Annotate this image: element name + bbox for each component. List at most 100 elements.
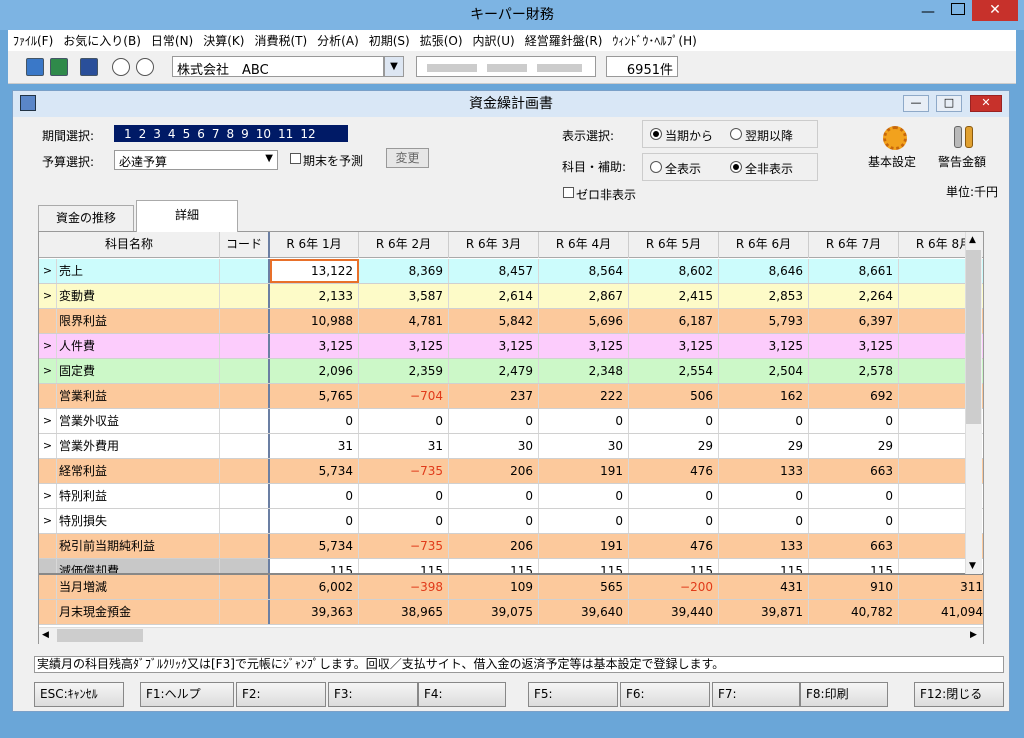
table-row[interactable]: > 営業外費用 31 31 30 30 29 29 29 xyxy=(39,434,983,459)
value-cell[interactable]: 222 xyxy=(539,384,629,408)
menu-item-6[interactable]: 初期(S) xyxy=(364,32,415,49)
value-cell[interactable]: 476 xyxy=(629,459,719,483)
menu-item-0[interactable]: ﾌｧｲﾙ(F) xyxy=(8,32,58,49)
child-restore-icon[interactable]: □ xyxy=(936,95,962,112)
period-9[interactable]: 9 xyxy=(241,127,249,141)
value-cell[interactable]: 39,871 xyxy=(719,600,809,624)
value-cell[interactable]: −735 xyxy=(359,459,449,483)
value-cell[interactable]: 0 xyxy=(629,509,719,533)
fkey-button-5[interactable]: F5: xyxy=(528,682,618,707)
vertical-scroll-thumb[interactable] xyxy=(966,250,981,424)
scroll-down-icon[interactable]: ▼ xyxy=(969,561,976,571)
value-cell[interactable]: 8,457 xyxy=(449,259,539,283)
value-cell[interactable]: −704 xyxy=(359,384,449,408)
value-cell[interactable]: 0 xyxy=(539,509,629,533)
chevron-down-icon[interactable]: ▼ xyxy=(384,56,404,77)
value-cell[interactable]: 39,075 xyxy=(449,600,539,624)
value-cell[interactable]: 2,348 xyxy=(539,359,629,383)
subject-none-radio[interactable] xyxy=(730,161,742,173)
expand-icon[interactable]: > xyxy=(39,409,57,433)
display-current-radio[interactable] xyxy=(650,128,662,140)
value-cell[interactable]: 0 xyxy=(449,409,539,433)
expand-icon[interactable]: > xyxy=(39,284,57,308)
value-cell[interactable]: 8,661 xyxy=(809,259,899,283)
period-5[interactable]: 5 xyxy=(183,127,191,141)
value-cell[interactable]: 29 xyxy=(719,434,809,458)
expand-icon[interactable]: > xyxy=(39,484,57,508)
period-1[interactable]: 1 xyxy=(124,127,132,141)
display-next-radio[interactable] xyxy=(730,128,742,140)
period-3[interactable]: 3 xyxy=(153,127,161,141)
menu-item-5[interactable]: 分析(A) xyxy=(312,32,364,49)
value-cell[interactable]: 30 xyxy=(539,434,629,458)
fkey-button-0[interactable]: ESC:ｷｬﾝｾﾙ xyxy=(34,682,124,707)
value-cell[interactable]: 6,002 xyxy=(270,575,359,599)
period-selector[interactable]: 1 2 3 4 5 6 7 8 9 10 11 12 xyxy=(114,125,348,142)
value-cell[interactable]: 2,504 xyxy=(719,359,809,383)
fkey-button-1[interactable]: F1:ヘルプ xyxy=(140,682,234,707)
value-cell[interactable]: 0 xyxy=(809,409,899,433)
value-cell[interactable]: 30 xyxy=(449,434,539,458)
value-cell[interactable]: 2,133 xyxy=(270,284,359,308)
close-icon[interactable]: ✕ xyxy=(972,0,1018,21)
value-cell[interactable]: 3,587 xyxy=(359,284,449,308)
value-cell[interactable]: 162 xyxy=(719,384,809,408)
fkey-button-2[interactable]: F2: xyxy=(236,682,326,707)
scroll-right-icon[interactable]: ▶ xyxy=(970,630,977,640)
value-cell[interactable]: 3,125 xyxy=(359,334,449,358)
value-cell[interactable]: 237 xyxy=(449,384,539,408)
value-cell[interactable]: 0 xyxy=(629,484,719,508)
expand-icon[interactable]: > xyxy=(39,359,57,383)
value-cell[interactable]: 133 xyxy=(719,459,809,483)
menu-item-8[interactable]: 内訳(U) xyxy=(468,32,520,49)
value-cell[interactable]: 663 xyxy=(809,534,899,558)
value-cell[interactable]: 910 xyxy=(809,575,899,599)
value-cell[interactable]: 38,965 xyxy=(359,600,449,624)
period-6[interactable]: 6 xyxy=(197,127,205,141)
table-row[interactable]: >固定費2,0962,3592,4792,3482,5542,5042,5782… xyxy=(39,359,983,384)
scroll-up-icon[interactable]: ▲ xyxy=(969,235,976,245)
value-cell[interactable]: 476 xyxy=(629,534,719,558)
value-cell[interactable]: 0 xyxy=(629,409,719,433)
display-icon[interactable] xyxy=(80,58,98,76)
table-row[interactable]: >人件費3,1253,1253,1253,1253,1253,1253,1253… xyxy=(39,334,983,359)
value-cell[interactable]: 0 xyxy=(539,484,629,508)
child-minimize-icon[interactable]: — xyxy=(903,95,929,112)
menu-item-2[interactable]: 日常(N) xyxy=(146,32,198,49)
value-cell[interactable]: 2,554 xyxy=(629,359,719,383)
zoom-in-icon[interactable] xyxy=(112,58,130,76)
value-cell[interactable]: 29 xyxy=(809,434,899,458)
period-10[interactable]: 10 xyxy=(256,127,271,141)
value-cell[interactable]: 5,793 xyxy=(719,309,809,333)
value-cell[interactable]: 191 xyxy=(539,534,629,558)
fkey-button-4[interactable]: F4: xyxy=(418,682,506,707)
value-cell[interactable]: 0 xyxy=(719,484,809,508)
table-row[interactable]: >変動費2,1333,5872,6142,8672,4152,8532,2642… xyxy=(39,284,983,309)
value-cell[interactable]: 0 xyxy=(719,509,809,533)
value-cell[interactable]: 3,125 xyxy=(809,334,899,358)
value-cell[interactable]: 31 xyxy=(359,434,449,458)
value-cell[interactable]: 13,122 xyxy=(270,259,359,283)
horizontal-scroll-thumb[interactable] xyxy=(57,629,143,642)
value-cell[interactable]: 3,125 xyxy=(539,334,629,358)
maximize-icon[interactable] xyxy=(951,3,965,15)
menu-item-3[interactable]: 決算(K) xyxy=(198,32,249,49)
table-row[interactable]: > 特別損失 0 0 0 0 0 0 0 xyxy=(39,509,983,534)
fkey-button-3[interactable]: F3: xyxy=(328,682,418,707)
value-cell[interactable]: 0 xyxy=(449,484,539,508)
value-cell[interactable]: 133 xyxy=(719,534,809,558)
value-cell[interactable]: 2,359 xyxy=(359,359,449,383)
value-cell[interactable]: 3,125 xyxy=(629,334,719,358)
screen-icon[interactable] xyxy=(26,58,44,76)
value-cell[interactable]: 0 xyxy=(809,484,899,508)
fkey-button-7[interactable]: F7: xyxy=(712,682,800,707)
expand-icon[interactable]: > xyxy=(39,434,57,458)
value-cell[interactable]: 5,842 xyxy=(449,309,539,333)
budget-select[interactable]: 必達予算 ▼ xyxy=(114,150,278,170)
value-cell[interactable]: 0 xyxy=(270,409,359,433)
change-button[interactable]: 変更 xyxy=(386,148,429,168)
value-cell[interactable]: 3,125 xyxy=(449,334,539,358)
value-cell[interactable]: 0 xyxy=(809,509,899,533)
value-cell[interactable]: 39,363 xyxy=(270,600,359,624)
value-cell[interactable]: 5,734 xyxy=(270,534,359,558)
